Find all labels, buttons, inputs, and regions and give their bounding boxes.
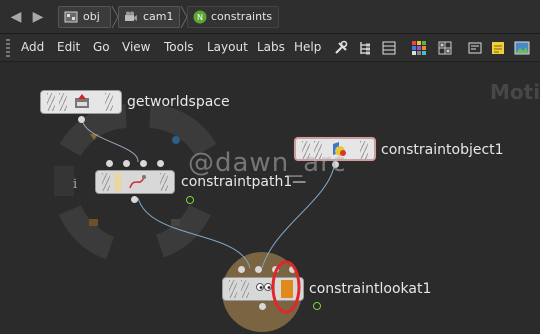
getworldspace-icon	[75, 94, 89, 108]
input-connector[interactable]	[123, 160, 130, 167]
input-connector[interactable]	[106, 160, 113, 167]
input-connector[interactable]	[157, 160, 164, 167]
node-label-getworldspace: getworldspace	[127, 94, 230, 110]
watermark-text: @dawn_arc	[188, 148, 347, 178]
input-connector[interactable]	[140, 160, 147, 167]
lock-flag-icon[interactable]	[89, 219, 98, 226]
node-constraintpath1[interactable]	[95, 170, 175, 194]
display-flag-indicator	[313, 302, 321, 310]
highlight-circle	[271, 260, 301, 314]
output-connector[interactable]	[259, 303, 266, 310]
info-icon[interactable]: i	[73, 177, 77, 192]
bypass-flag-band	[114, 173, 122, 191]
constraintpath-icon	[129, 175, 146, 189]
input-connector[interactable]	[255, 266, 262, 273]
display-flag-icon[interactable]	[172, 136, 180, 144]
display-flag-indicator	[186, 196, 194, 204]
output-connector[interactable]	[78, 116, 85, 123]
node-getworldspace[interactable]	[40, 90, 122, 114]
node-label-constraintlookat1: constraintlookat1	[309, 281, 432, 297]
output-connector[interactable]	[131, 196, 138, 203]
input-connector[interactable]	[238, 266, 245, 273]
node-label-constraintobject1: constraintobject1	[381, 142, 504, 158]
template-flag-icon[interactable]	[171, 219, 180, 226]
